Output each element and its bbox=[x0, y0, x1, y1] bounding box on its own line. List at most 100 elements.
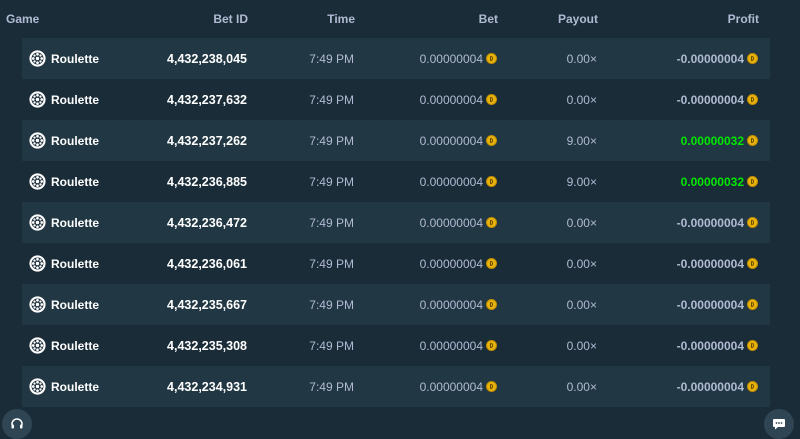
header-bet: Bet bbox=[478, 12, 498, 26]
payout: 0.00× bbox=[566, 297, 597, 312]
table-row[interactable]: Roulette 4,432,235,667 7:49 PM 0.0000000… bbox=[22, 284, 770, 325]
coin-icon bbox=[747, 381, 758, 392]
bet-id[interactable]: 4,432,235,667 bbox=[137, 298, 247, 312]
game-name: Roulette bbox=[51, 379, 99, 394]
game-name: Roulette bbox=[51, 174, 99, 189]
profit-cell: -0.00000004 bbox=[597, 52, 764, 66]
bet-amount-cell: 0.00000004 bbox=[354, 52, 497, 66]
profit-amount: -0.00000004 bbox=[676, 92, 744, 107]
coin-icon bbox=[747, 340, 758, 351]
table-row[interactable]: Roulette 4,432,238,045 7:49 PM 0.0000000… bbox=[22, 38, 770, 79]
game-cell[interactable]: Roulette bbox=[22, 296, 137, 313]
bet-time: 7:49 PM bbox=[309, 92, 354, 107]
bet-amount: 0.00000004 bbox=[419, 379, 483, 394]
roulette-icon bbox=[29, 132, 46, 149]
table-row[interactable]: Roulette 4,432,234,931 7:49 PM 0.0000000… bbox=[22, 366, 770, 407]
game-name: Roulette bbox=[51, 51, 99, 66]
game-cell[interactable]: Roulette bbox=[22, 255, 137, 272]
bet-amount-cell: 0.00000004 bbox=[354, 339, 497, 353]
header-payout: Payout bbox=[557, 12, 598, 26]
bet-time: 7:49 PM bbox=[309, 133, 354, 148]
payout: 0.00× bbox=[566, 92, 597, 107]
game-cell[interactable]: Roulette bbox=[22, 337, 137, 354]
coin-icon bbox=[486, 299, 497, 310]
bet-amount: 0.00000004 bbox=[419, 174, 483, 189]
game-cell[interactable]: Roulette bbox=[22, 91, 137, 108]
table-body: Roulette 4,432,238,045 7:49 PM 0.0000000… bbox=[22, 38, 770, 407]
table-row[interactable]: Roulette 4,432,236,885 7:49 PM 0.0000000… bbox=[22, 161, 770, 202]
bet-id[interactable]: 4,432,236,472 bbox=[137, 216, 247, 230]
bet-amount-cell: 0.00000004 bbox=[354, 175, 497, 189]
bet-id[interactable]: 4,432,236,061 bbox=[137, 257, 247, 271]
coin-icon bbox=[486, 340, 497, 351]
profit-amount: 0.00000032 bbox=[680, 174, 744, 189]
game-cell[interactable]: Roulette bbox=[22, 132, 137, 149]
bet-id[interactable]: 4,432,235,308 bbox=[137, 339, 247, 353]
profit-cell: 0.00000032 bbox=[597, 134, 764, 148]
profit-cell: -0.00000004 bbox=[597, 216, 764, 230]
profit-amount: -0.00000004 bbox=[676, 51, 744, 66]
profit-cell: 0.00000032 bbox=[597, 175, 764, 189]
coin-icon bbox=[747, 299, 758, 310]
game-cell[interactable]: Roulette bbox=[22, 214, 137, 231]
roulette-icon bbox=[29, 255, 46, 272]
header-game: Game bbox=[6, 12, 40, 26]
bet-amount: 0.00000004 bbox=[419, 92, 483, 107]
bet-time: 7:49 PM bbox=[309, 297, 354, 312]
payout: 0.00× bbox=[566, 215, 597, 230]
bet-amount: 0.00000004 bbox=[419, 133, 483, 148]
bet-amount-cell: 0.00000004 bbox=[354, 134, 497, 148]
coin-icon bbox=[747, 176, 758, 187]
roulette-icon bbox=[29, 214, 46, 231]
profit-amount: -0.00000004 bbox=[676, 379, 744, 394]
game-name: Roulette bbox=[51, 215, 99, 230]
roulette-icon bbox=[29, 50, 46, 67]
game-cell[interactable]: Roulette bbox=[22, 378, 137, 395]
chat-icon bbox=[773, 419, 785, 430]
headset-icon bbox=[11, 418, 23, 429]
game-name: Roulette bbox=[51, 256, 99, 271]
bet-time: 7:49 PM bbox=[309, 51, 354, 66]
coin-icon bbox=[486, 217, 497, 228]
bet-amount-cell: 0.00000004 bbox=[354, 257, 497, 271]
payout: 9.00× bbox=[566, 133, 597, 148]
payout: 9.00× bbox=[566, 174, 597, 189]
bet-id[interactable]: 4,432,237,632 bbox=[137, 93, 247, 107]
coin-icon bbox=[747, 53, 758, 64]
game-cell[interactable]: Roulette bbox=[22, 50, 137, 67]
bet-amount: 0.00000004 bbox=[419, 297, 483, 312]
payout: 0.00× bbox=[566, 51, 597, 66]
bet-amount: 0.00000004 bbox=[419, 51, 483, 66]
bets-table: Game Bet ID Time Bet Payout Profit Roule… bbox=[6, 0, 770, 407]
bet-time: 7:49 PM bbox=[309, 379, 354, 394]
bet-amount-cell: 0.00000004 bbox=[354, 298, 497, 312]
table-row[interactable]: Roulette 4,432,237,632 7:49 PM 0.0000000… bbox=[22, 79, 770, 120]
bet-amount-cell: 0.00000004 bbox=[354, 380, 497, 394]
payout: 0.00× bbox=[566, 256, 597, 271]
game-cell[interactable]: Roulette bbox=[22, 173, 137, 190]
table-header: Game Bet ID Time Bet Payout Profit bbox=[6, 0, 770, 38]
table-row[interactable]: Roulette 4,432,236,472 7:49 PM 0.0000000… bbox=[22, 202, 770, 243]
profit-amount: -0.00000004 bbox=[676, 256, 744, 271]
coin-icon bbox=[486, 53, 497, 64]
game-name: Roulette bbox=[51, 338, 99, 353]
bet-id[interactable]: 4,432,237,262 bbox=[137, 134, 247, 148]
coin-icon bbox=[486, 94, 497, 105]
bet-id[interactable]: 4,432,238,045 bbox=[137, 52, 247, 66]
coin-icon bbox=[747, 135, 758, 146]
profit-cell: -0.00000004 bbox=[597, 380, 764, 394]
profit-cell: -0.00000004 bbox=[597, 339, 764, 353]
profit-cell: -0.00000004 bbox=[597, 298, 764, 312]
coin-icon bbox=[486, 381, 497, 392]
bet-amount: 0.00000004 bbox=[419, 338, 483, 353]
table-row[interactable]: Roulette 4,432,236,061 7:49 PM 0.0000000… bbox=[22, 243, 770, 284]
game-name: Roulette bbox=[51, 297, 99, 312]
profit-cell: -0.00000004 bbox=[597, 257, 764, 271]
table-row[interactable]: Roulette 4,432,237,262 7:49 PM 0.0000000… bbox=[22, 120, 770, 161]
table-row[interactable]: Roulette 4,432,235,308 7:49 PM 0.0000000… bbox=[22, 325, 770, 366]
bet-time: 7:49 PM bbox=[309, 338, 354, 353]
bet-amount: 0.00000004 bbox=[419, 256, 483, 271]
bet-id[interactable]: 4,432,236,885 bbox=[137, 175, 247, 189]
coin-icon bbox=[486, 176, 497, 187]
bet-id[interactable]: 4,432,234,931 bbox=[137, 380, 247, 394]
